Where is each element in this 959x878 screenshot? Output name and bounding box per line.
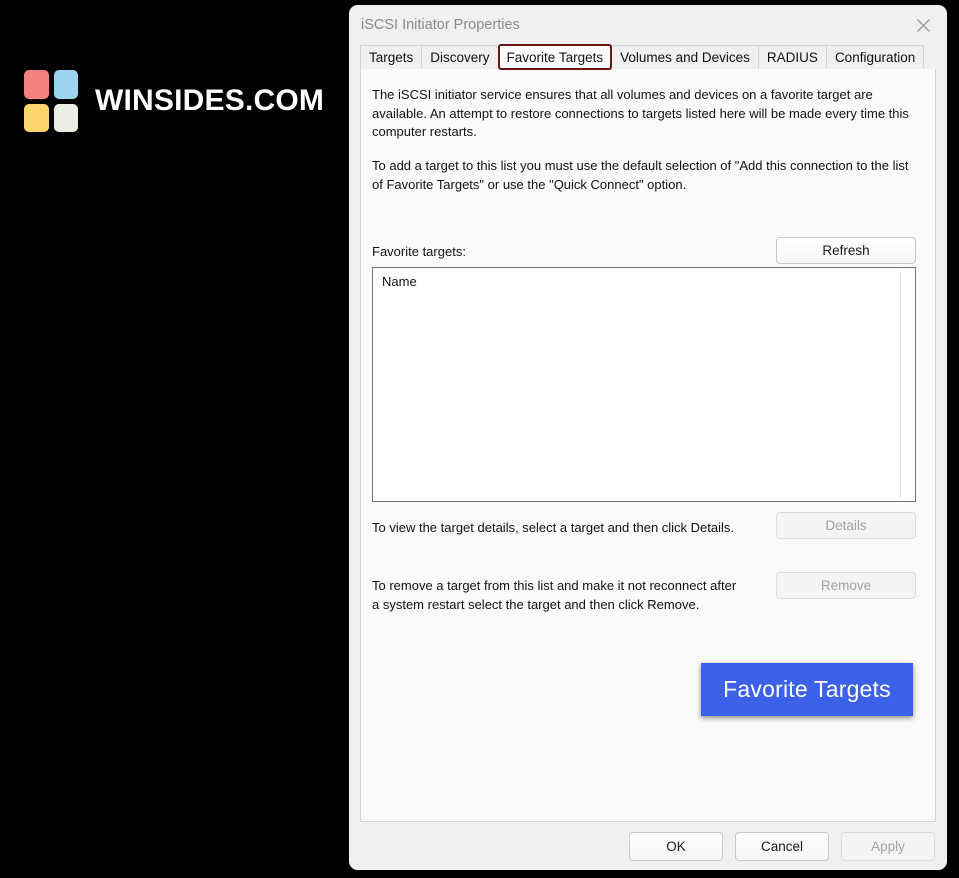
winsides-logo-mark: [24, 70, 78, 132]
details-help-text: To view the target details, select a tar…: [372, 520, 735, 535]
dialog-title: iSCSI Initiator Properties: [361, 17, 520, 33]
refresh-button[interactable]: Refresh: [776, 237, 916, 264]
logo-tile-bottom-left: [24, 103, 49, 132]
tab-targets[interactable]: Targets: [360, 45, 423, 69]
dialog-footer: OK Cancel Apply: [349, 822, 947, 870]
tab-radius[interactable]: RADIUS: [757, 45, 827, 69]
remove-help-text: To remove a target from this list and ma…: [372, 578, 737, 612]
tab-favorite-targets[interactable]: Favorite Targets: [497, 44, 613, 70]
ok-button[interactable]: OK: [629, 831, 723, 861]
apply-button[interactable]: Apply: [841, 831, 935, 861]
tab-strip: Targets Discovery Favorite Targets Volum…: [349, 44, 947, 70]
remove-button[interactable]: Remove: [776, 572, 916, 599]
logo-tile-top-right: [53, 70, 78, 99]
description-paragraph-2: To add a target to this list you must us…: [372, 158, 909, 192]
brand-watermark: WINSIDES.COM: [24, 70, 324, 132]
favorite-targets-label: Favorite targets:: [372, 244, 466, 259]
description-paragraph-1: The iSCSI initiator service ensures that…: [372, 87, 909, 139]
favorite-targets-panel: The iSCSI initiator service ensures that…: [360, 69, 936, 822]
details-button[interactable]: Details: [776, 512, 916, 539]
brand-name: WINSIDES.COM: [95, 84, 325, 117]
list-column-divider: [900, 270, 901, 498]
dialog-titlebar: iSCSI Initiator Properties: [349, 5, 947, 45]
annotation-callout-favorite-targets: Favorite Targets: [701, 663, 913, 716]
favorite-targets-list[interactable]: Name: [372, 267, 916, 502]
close-icon[interactable]: [900, 5, 947, 45]
tab-volumes-and-devices[interactable]: Volumes and Devices: [611, 45, 759, 69]
cancel-button[interactable]: Cancel: [735, 831, 829, 861]
iscsi-initiator-properties-dialog: iSCSI Initiator Properties Targets Disco…: [349, 5, 947, 870]
logo-tile-top-left: [24, 70, 49, 99]
list-column-header-name: Name: [382, 273, 417, 289]
tab-configuration[interactable]: Configuration: [825, 45, 925, 69]
logo-tile-bottom-right: [53, 103, 78, 132]
tab-discovery[interactable]: Discovery: [421, 45, 499, 69]
